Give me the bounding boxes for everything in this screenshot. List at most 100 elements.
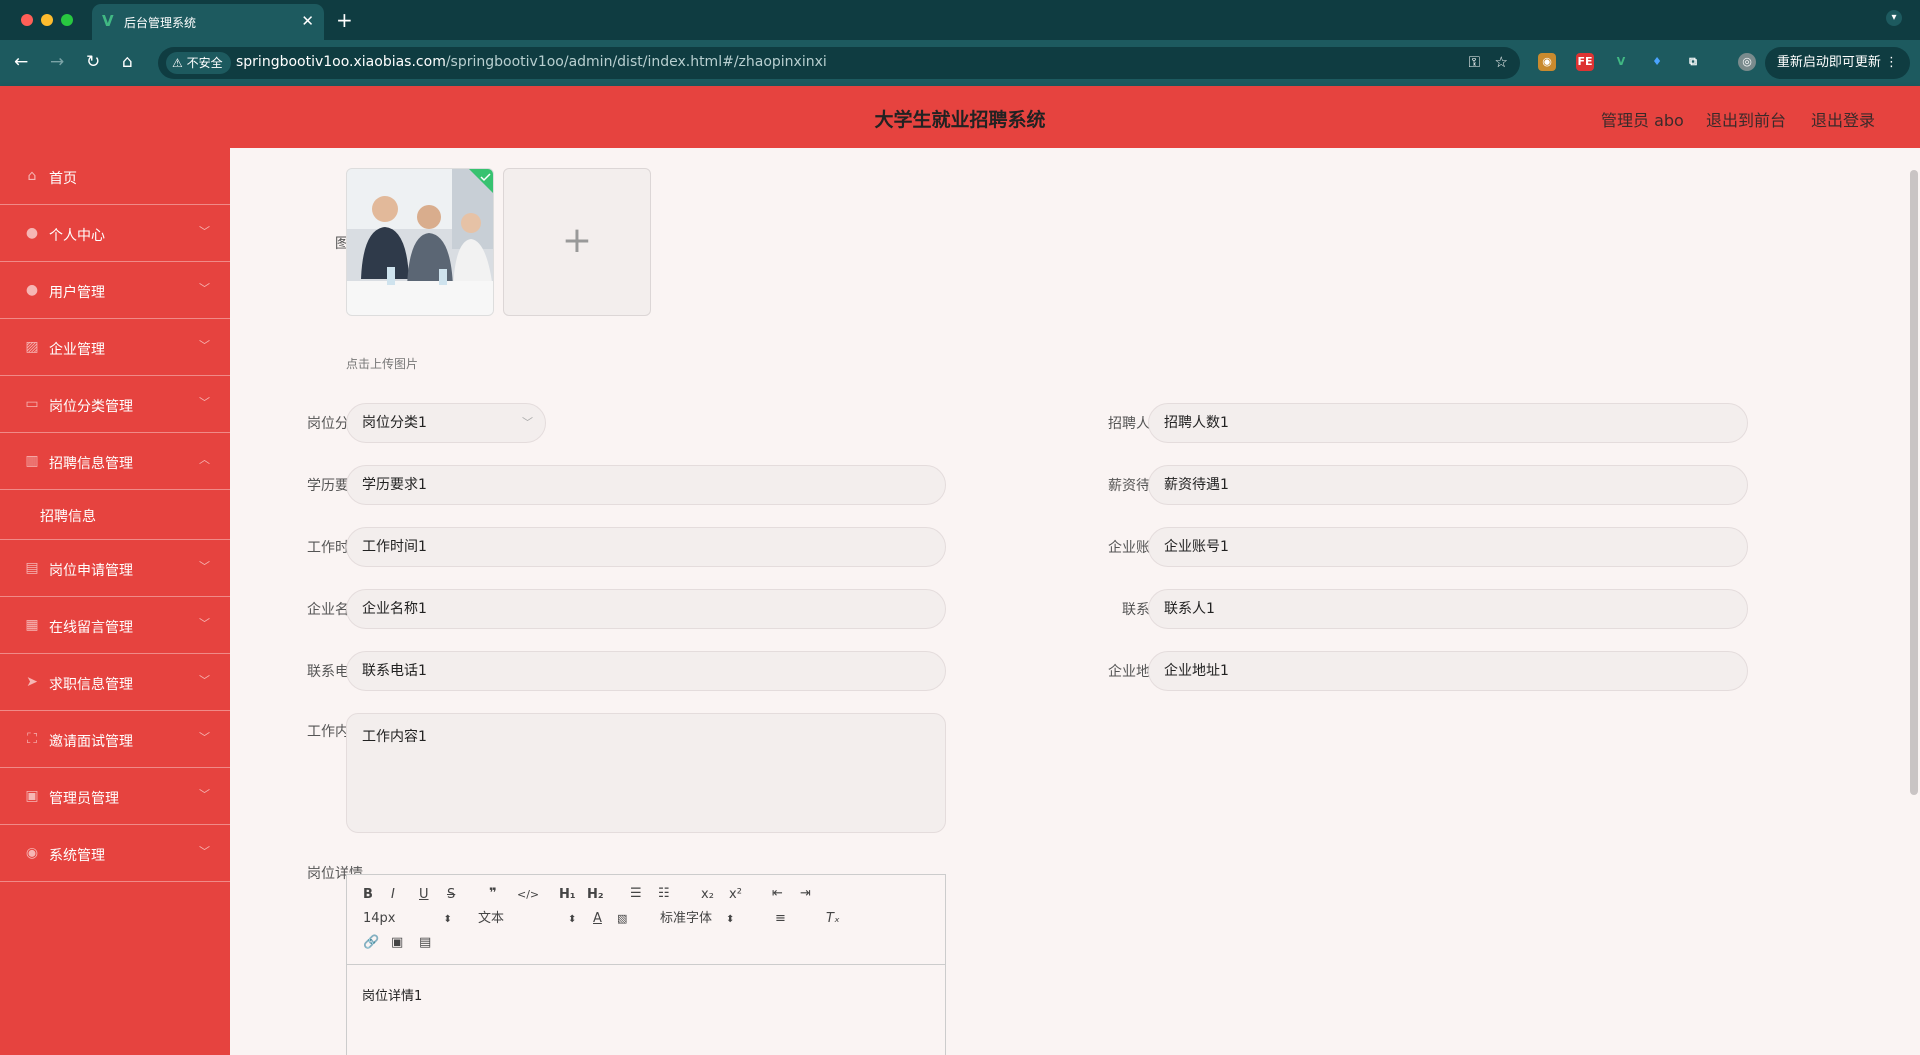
phone-input[interactable]: 联系电话1 [346,651,946,691]
back-icon[interactable]: ← [14,53,28,71]
account-input[interactable]: 企业账号1 [1148,527,1748,567]
sidebar-item-applications[interactable]: ▤ 岗位申请管理 ﹀ [0,540,230,597]
reload-icon[interactable]: ↻ [86,53,100,71]
close-tab-icon[interactable]: ✕ [301,12,314,30]
minimize-window-button[interactable] [41,14,53,26]
salary-input[interactable]: 薪资待遇1 [1148,465,1748,505]
relaunch-update-button[interactable]: 重新启动即可更新 ⋮ [1764,47,1910,79]
relaunch-label: 重新启动即可更新 [1776,55,1881,70]
text-type-value: 文本 [478,911,505,926]
vertical-scrollbar[interactable] [1910,170,1918,795]
sidebar-item-label: 岗位申请管理 [49,563,133,579]
editor-toolbar: B I U S ❞ </> H₁ H₂ ☰ ☷ x₂ x² ⇤ ⇥ 14px ⬍ … [347,875,945,965]
browser-tab[interactable]: V 后台管理系统 ✕ [92,4,324,40]
user-icon: ● [25,282,39,298]
sidebar-item-messages[interactable]: ▦ 在线留言管理 ﹀ [0,597,230,654]
contact-input[interactable]: 联系人1 [1148,589,1748,629]
logout-link[interactable]: 退出登录 [1811,107,1875,131]
sidebar-item-users[interactable]: ● 用户管理 ﹀ [0,262,230,319]
strikethrough-icon[interactable]: S [447,887,455,903]
chevron-down-icon: ﹀ [199,617,210,630]
browser-tab-bar: V 后台管理系统 ✕ + ▾ [0,0,1920,40]
font-family-select[interactable]: 标准字体 ⬍ [660,911,734,928]
align-icon[interactable]: ≡ [775,911,786,927]
sidebar-item-label: 岗位分类管理 [49,399,133,415]
gem-extension-icon[interactable]: ♦ [1648,53,1666,71]
headcount-input[interactable]: 招聘人数1 [1148,403,1748,443]
content-textarea[interactable]: 工作内容1 [346,713,946,833]
worktime-input[interactable]: 工作时间1 [346,527,946,567]
link-icon[interactable]: 🔗 [363,935,379,951]
sidebar-item-label: 系统管理 [49,848,105,864]
extension-icon[interactable]: ◉ [1538,53,1556,71]
ordered-list-icon[interactable]: ☰ [630,886,642,902]
blockquote-icon[interactable]: ❞ [489,886,497,902]
monitor-icon: ▭ [25,396,39,412]
sidebar-item-label: 个人中心 [49,228,105,244]
font-color-icon[interactable]: A [593,911,602,927]
outdent-icon[interactable]: ⇤ [772,886,783,902]
clear-format-icon[interactable]: Tₓ [826,911,840,927]
text-type-select[interactable]: 文本 ⬍ [478,911,576,928]
sidebar-item-enterprise[interactable]: ▨ 企业管理 ﹀ [0,319,230,376]
tab-search-icon[interactable]: ▾ [1886,10,1902,26]
upload-add-button[interactable]: + [503,168,651,316]
education-input[interactable]: 学历要求1 [346,465,946,505]
code-block-icon[interactable]: </> [517,887,539,903]
password-key-icon[interactable]: ⚿ [1469,53,1480,71]
tab-title: 后台管理系统 [124,16,197,30]
font-size-select[interactable]: 14px ⬍ [363,911,452,928]
video-icon[interactable]: ▤ [419,935,431,951]
close-window-button[interactable] [21,14,33,26]
company-input[interactable]: 企业名称1 [346,589,946,629]
sidebar-item-system[interactable]: ◉ 系统管理 ﹀ [0,825,230,882]
background-color-icon[interactable]: ▧ [617,911,627,927]
fe-extension-icon[interactable]: FE [1576,53,1594,71]
subscript-icon[interactable]: x₂ [701,887,714,903]
bold-icon[interactable]: B [363,887,373,903]
forward-icon[interactable]: → [50,53,64,71]
chevron-down-icon: ﹀ [522,416,533,429]
category-select[interactable]: 岗位分类1 ﹀ [346,403,546,443]
indent-icon[interactable]: ⇥ [800,886,811,902]
profile-avatar[interactable]: ◎ [1738,53,1756,71]
sidebar-item-interviews[interactable]: ⛶ 邀请面试管理 ﹀ [0,711,230,768]
header-1-icon[interactable]: H₁ [559,887,576,903]
extensions-puzzle-icon[interactable]: ⧉ [1684,53,1702,71]
font-family-value: 标准字体 [660,911,713,926]
sidebar-subitem-recruitment-info[interactable]: 招聘信息 [0,490,230,540]
sidebar-item-home[interactable]: ⌂ 首页 [0,148,230,205]
superscript-icon[interactable]: x² [729,887,742,903]
bullet-list-icon[interactable]: ☷ [658,886,670,902]
new-tab-button[interactable]: + [336,8,353,32]
main-content: 图片 + 点击上传图片 岗位分类 岗位分类1 ﹀ 招聘人数 招聘人数1 学历要求… [230,148,1920,1055]
url-host: springbootiv1oo.xiaobias.com [236,54,446,70]
security-badge[interactable]: ⚠ 不安全 [166,52,231,74]
editor-content[interactable]: 岗位详情1 [362,985,422,1004]
sidebar-item-recruitment[interactable]: ▥ 招聘信息管理 ︿ [0,433,230,490]
address-bar: ← → ↻ ⌂ ⚠ 不安全 springbootiv1oo.xiaobias.c… [0,40,1920,86]
bookmark-star-icon[interactable]: ☆ [1495,53,1508,71]
chevron-down-icon: ﹀ [199,560,210,573]
italic-icon[interactable]: I [391,887,395,903]
vue-devtools-icon[interactable]: V [1612,53,1630,71]
sidebar-item-profile[interactable]: ● 个人中心 ﹀ [0,205,230,262]
address-input[interactable]: 企业地址1 [1148,651,1748,691]
url-input[interactable]: ⚠ 不安全 springbootiv1oo.xiaobias.com/sprin… [158,47,1520,79]
header-2-icon[interactable]: H₂ [587,887,604,903]
sidebar-item-job-seeking[interactable]: ➤ 求职信息管理 ﹀ [0,654,230,711]
sidebar-item-admins[interactable]: ▣ 管理员管理 ﹀ [0,768,230,825]
interview-photo-image [347,169,493,315]
category-select-value: 岗位分类1 [362,415,427,431]
sidebar-item-job-category[interactable]: ▭ 岗位分类管理 ﹀ [0,376,230,433]
underline-icon[interactable]: U [419,887,429,903]
chart-icon: ▨ [25,339,39,355]
uploaded-image-thumbnail[interactable] [346,168,494,316]
user-icon: ● [25,225,39,241]
home-icon[interactable]: ⌂ [122,53,133,71]
exit-to-front-link[interactable]: 退出到前台 [1706,107,1786,131]
image-icon[interactable]: ▣ [391,935,403,951]
chevron-down-icon: ﹀ [199,396,210,409]
send-icon: ➤ [26,674,38,690]
maximize-window-button[interactable] [61,14,73,26]
